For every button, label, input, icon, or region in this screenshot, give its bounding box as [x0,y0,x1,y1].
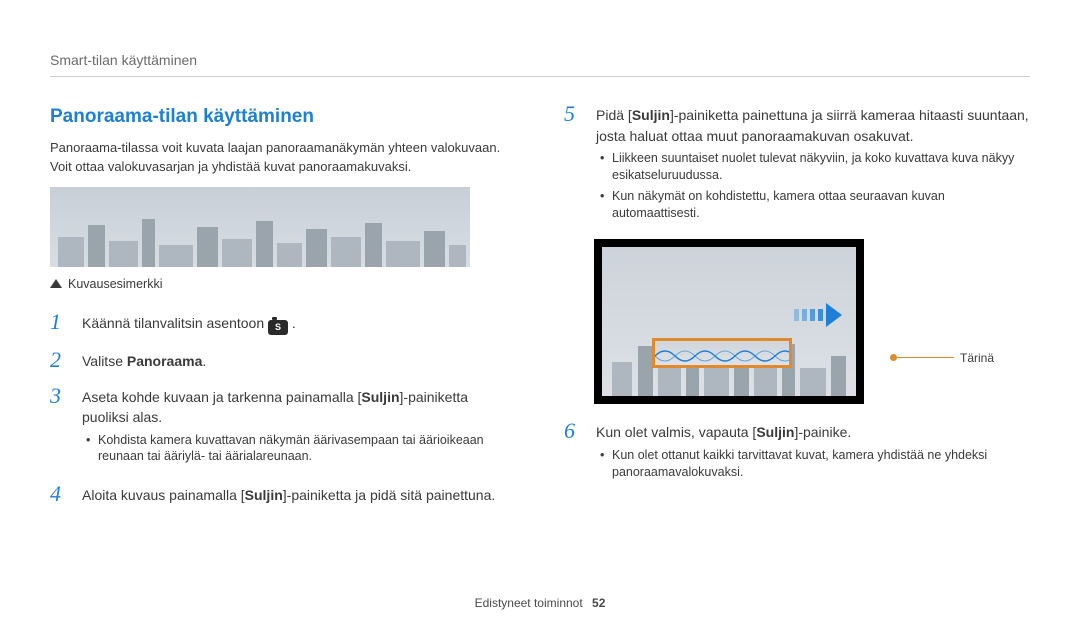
step-text: Käännä tilanvalitsin asentoon [82,315,268,331]
step-4: 4 Aloita kuvaus painamalla [Suljin]-pain… [50,483,516,509]
steps-list-left: 1 Käännä tilanvalitsin asentoon S . 2 Va… [50,311,516,510]
step-6: 6 Kun olet valmis, vapauta [Suljin]-pain… [564,420,1030,484]
step-bold: Suljin [632,107,670,123]
steps-list-right: 5 Pidä [Suljin]-painiketta painettuna ja… [564,103,1030,225]
step-text: ]-painiketta ja pidä sitä painettuna. [283,487,495,503]
step-1: 1 Käännä tilanvalitsin asentoon S . [50,311,516,335]
step-number: 4 [50,483,68,509]
step-text: Kun olet valmis, vapauta [ [596,424,756,440]
triangle-up-icon [50,279,62,288]
step-bold: Suljin [361,389,399,405]
camera-preview-frame [594,239,864,404]
page-number: 52 [592,596,605,610]
step-sub-bullet: Kun olet ottanut kaikki tarvittavat kuva… [612,447,1030,481]
callout-label: Tärinä [960,350,994,367]
steps-list-right-2: 6 Kun olet valmis, vapauta [Suljin]-pain… [564,420,1030,484]
step-2: 2 Valitse Panoraama. [50,349,516,371]
direction-arrow-icon [794,303,842,327]
step-text: Aseta kohde kuvaan ja tarkenna painamall… [82,389,361,405]
step-sub-bullet: Liikkeen suuntaiset nuolet tulevat näkyv… [612,150,1030,184]
preview-wrapper: Tärinä [564,239,1030,404]
example-caption: Kuvausesimerkki [50,275,516,293]
footer-section: Edistyneet toiminnot [475,596,583,610]
callout-line [894,357,954,358]
content-columns: Panoraama-tilan käyttäminen Panoraama-ti… [50,103,1030,523]
step-number: 1 [50,311,68,335]
step-bold: Suljin [756,424,794,440]
step-text: Aloita kuvaus painamalla [ [82,487,245,503]
step-3: 3 Aseta kohde kuvaan ja tarkenna painama… [50,385,516,469]
page-footer: Edistyneet toiminnot 52 [0,595,1080,612]
step-number: 6 [564,420,582,484]
step-number: 3 [50,385,68,469]
intro-paragraph: Panoraama-tilassa voit kuvata laajan pan… [50,139,516,177]
mode-dial-icon: S [268,320,288,335]
step-text: ]-painike. [794,424,851,440]
section-title: Panoraama-tilan käyttäminen [50,103,516,131]
caption-text: Kuvausesimerkki [68,275,162,293]
breadcrumb: Smart-tilan käyttäminen [50,50,1030,77]
step-text: Valitse [82,353,127,369]
camera-preview-inner [602,247,856,396]
step-sub-bullet: Kun näkymät on kohdistettu, kamera ottaa… [612,188,1030,222]
step-number: 2 [50,349,68,371]
right-column: 5 Pidä [Suljin]-painiketta painettuna ja… [564,103,1030,523]
step-5: 5 Pidä [Suljin]-painiketta painettuna ja… [564,103,1030,225]
step-text: Pidä [ [596,107,632,123]
step-text: . [292,315,296,331]
panorama-example-image [50,187,470,267]
shake-wave-icon [655,341,792,368]
step-number: 5 [564,103,582,225]
step-bold: Panoraama [127,353,202,369]
step-bold: Suljin [245,487,283,503]
capture-strip [652,338,792,368]
step-sub-bullet: Kohdista kamera kuvattavan näkymän ääriv… [98,432,516,466]
left-column: Panoraama-tilan käyttäminen Panoraama-ti… [50,103,516,523]
step-text: . [202,353,206,369]
